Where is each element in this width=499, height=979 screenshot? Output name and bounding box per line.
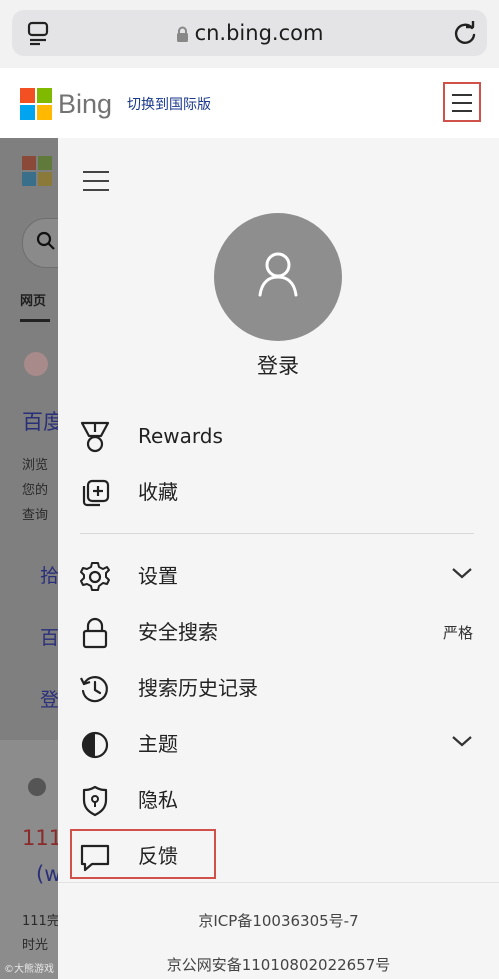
- theme-contrast-icon: [81, 731, 109, 759]
- menu-item-theme[interactable]: 主题: [78, 724, 483, 764]
- gear-icon: [80, 562, 110, 591]
- lock-icon: [82, 617, 108, 649]
- result-link: 拾: [40, 565, 58, 587]
- user-icon: [258, 252, 298, 297]
- dimmed-page-overlay[interactable]: 网页 百度 浏览 您的 查询 拾 百 登 111 (w 111完 时光: [0, 138, 58, 979]
- url-text-row[interactable]: cn.bing.com: [0, 20, 499, 46]
- result-title: (w: [36, 862, 58, 886]
- browser-toolbar: cn.bing.com: [0, 0, 499, 68]
- menu-item-label: 搜索历史记录: [138, 676, 258, 700]
- menu-item-favorites[interactable]: 收藏: [78, 472, 483, 512]
- result-snippet: 查询: [22, 508, 49, 523]
- drawer-menu-icon[interactable]: [82, 170, 110, 192]
- tab-underline: [20, 319, 50, 322]
- lock-icon: [176, 26, 188, 42]
- result-link: 百: [40, 627, 58, 649]
- switch-international-link[interactable]: 切换到国际版: [127, 96, 211, 114]
- search-icon: [36, 231, 55, 250]
- result-snippet: 111完: [22, 914, 58, 929]
- microsoft-logo-dimmed: [22, 156, 52, 186]
- safesearch-value[interactable]: 严格: [443, 622, 473, 643]
- result-title: 111: [22, 826, 58, 850]
- feedback-icon: [80, 844, 110, 872]
- menu-item-label: 收藏: [138, 480, 178, 504]
- favorites-add-icon: [82, 479, 110, 507]
- menu-item-label: Rewards: [138, 424, 223, 448]
- menu-divider: [80, 533, 474, 534]
- menu-item-label: 反馈: [138, 844, 178, 868]
- dimmed-lower-section: 111 (w 111完 时光: [0, 740, 58, 979]
- microsoft-logo[interactable]: [20, 88, 52, 120]
- privacy-shield-icon: [82, 785, 108, 817]
- menu-item-label: 安全搜索: [138, 620, 218, 644]
- rewards-medal-icon: [80, 421, 110, 453]
- hamburger-menu-icon[interactable]: [443, 82, 481, 122]
- chevron-down-icon[interactable]: [451, 566, 473, 580]
- menu-item-search-history[interactable]: 搜索历史记录: [78, 668, 483, 708]
- globe-icon: [28, 778, 46, 796]
- login-label[interactable]: 登录: [214, 353, 342, 379]
- result-title: 百度: [22, 410, 58, 434]
- menu-item-label: 主题: [138, 732, 178, 756]
- history-icon: [80, 676, 108, 703]
- icp-license-link[interactable]: 京ICP备10036305号-7: [58, 910, 499, 931]
- map-pin-icon: [24, 352, 48, 376]
- watermark: ©大熊游戏: [4, 964, 54, 975]
- menu-item-label: 隐私: [138, 788, 178, 812]
- avatar[interactable]: [214, 213, 342, 341]
- bing-header: Bing 切换到国际版: [0, 68, 499, 139]
- menu-item-feedback[interactable]: 反馈: [78, 836, 483, 876]
- footer-divider: [58, 882, 499, 883]
- reload-icon[interactable]: [452, 20, 478, 46]
- bing-brand[interactable]: Bing: [58, 88, 112, 120]
- result-snippet: 您的: [22, 483, 49, 498]
- menu-item-safesearch[interactable]: 安全搜索 严格: [78, 612, 483, 652]
- menu-item-settings[interactable]: 设置: [78, 556, 483, 596]
- result-snippet: 时光: [22, 938, 49, 953]
- menu-item-privacy[interactable]: 隐私: [78, 780, 483, 820]
- public-security-record-link[interactable]: 京公网安备11010802022657号: [58, 954, 499, 975]
- menu-item-label: 设置: [138, 564, 178, 588]
- menu-item-rewards[interactable]: Rewards: [78, 416, 483, 456]
- result-link: 登: [40, 689, 58, 711]
- url-text: cn.bing.com: [194, 21, 324, 45]
- chevron-down-icon[interactable]: [451, 734, 473, 748]
- tab-web: 网页: [20, 294, 47, 309]
- result-snippet: 浏览: [22, 458, 49, 473]
